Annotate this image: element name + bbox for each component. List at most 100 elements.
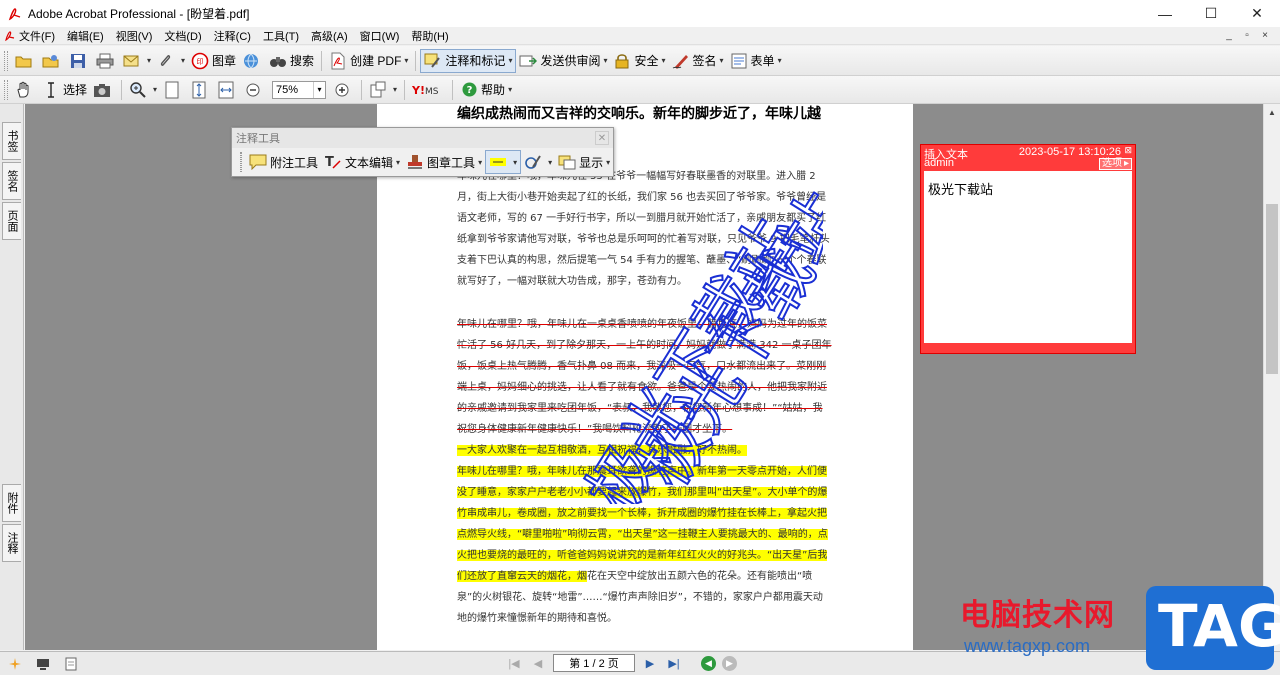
tab-comments-label: 注释 [6, 532, 18, 554]
email-button[interactable]: ▾ [120, 49, 154, 73]
close-icon[interactable]: ⊠ [1124, 145, 1132, 156]
options-button[interactable]: 选项 ▸ [1098, 158, 1132, 170]
scroll-down-icon[interactable]: ▼ [1264, 634, 1280, 650]
last-page-icon[interactable]: ▶| [665, 654, 683, 672]
maximize-button[interactable]: ☐ [1188, 0, 1234, 27]
tab-bookmarks[interactable]: 书签 [2, 122, 21, 160]
fit-page-button[interactable] [187, 78, 214, 102]
show-button[interactable]: 显示 ▾ [555, 150, 613, 174]
menu-edit[interactable]: 编辑(E) [61, 28, 110, 44]
comment-tools-title[interactable]: 注释工具 [232, 128, 613, 148]
spark-icon[interactable] [8, 657, 22, 671]
page-layout-icon[interactable] [64, 657, 78, 671]
select-tool-button[interactable]: 选择 [39, 78, 90, 102]
text-edit-icon: T [324, 153, 342, 171]
page-number-field[interactable]: 第 1 / 2 页 [553, 654, 635, 672]
zoom-level-select[interactable]: 75% ▾ [272, 80, 327, 99]
vertical-scrollbar[interactable]: ▲ ▼ [1263, 104, 1280, 650]
toolbar-grip[interactable] [4, 79, 8, 100]
zoom-in-button[interactable] [330, 78, 357, 102]
monitor-icon[interactable] [36, 657, 50, 671]
tab-signatures[interactable]: 签名 [2, 162, 21, 200]
menu-advanced[interactable]: 高级(A) [305, 28, 354, 44]
comment-popup[interactable]: 插入文本 admin 2023-05-17 13:10:26 ⊠ 选项 ▸ 极光下… [920, 144, 1136, 354]
snapshot-button[interactable] [90, 78, 117, 102]
paragraph-3: 年味儿在哪里？哦，年味儿在那震耳欲聋的爆竹声中。新年第一天零点开始，人们便没了睡… [457, 461, 832, 629]
text-edit-label: 文本编辑 [345, 155, 394, 170]
next-page-icon[interactable]: ▶ [641, 654, 659, 672]
close-icon[interactable]: ✕ [595, 131, 609, 145]
pdf-page[interactable]: 编织成热闹而又吉祥的交响乐。新年的脚步近了，年味儿越 年味儿在哪里？哦，年味儿在… [377, 104, 913, 650]
hand-icon [15, 81, 33, 99]
minimize-button[interactable]: — [1142, 0, 1188, 27]
hand-tool-button[interactable] [12, 78, 39, 102]
navigation-pane: 书签 签名 页面 附件 注释 [0, 104, 24, 650]
security-button[interactable]: 安全 ▾ [610, 49, 668, 73]
yahoo-button[interactable]: Y! MS [409, 78, 448, 102]
comment-tools-panel[interactable]: 注释工具 ✕ 附注工具 T 文本编辑 ▾ 图章工具 ▾ ▾ ▾ 显示 ▾ [231, 127, 614, 177]
send-review-label: 发送供审阅 [540, 54, 601, 68]
drawing-tool-button[interactable]: ▾ [521, 150, 555, 174]
sign-button[interactable]: 签名 ▾ [669, 49, 727, 73]
previous-view-icon[interactable]: ◀ [701, 655, 716, 671]
fit-width-icon [217, 81, 235, 99]
comment-markup-button[interactable]: 注释和标记 ▾ [420, 48, 517, 73]
tab-attachments[interactable]: 附件 [2, 484, 21, 522]
highlight-tool-button[interactable]: ▾ [485, 150, 522, 174]
rotate-view-button[interactable]: ▾ [366, 78, 400, 102]
svg-text:MS: MS [425, 87, 439, 97]
toolbar-grip[interactable] [240, 152, 242, 172]
note-tool-button[interactable]: 附注工具 [246, 150, 321, 174]
web-button[interactable] [239, 49, 266, 73]
create-pdf-button[interactable]: 创建 PDF ▾ [326, 49, 411, 73]
actual-size-button[interactable] [160, 78, 187, 102]
print-button[interactable] [93, 49, 120, 73]
search-button[interactable]: 搜索 [266, 49, 317, 73]
tab-pages[interactable]: 页面 [2, 202, 21, 240]
menu-comments[interactable]: 注释(C) [208, 28, 257, 44]
status-bar: |◀ ◀ 第 1 / 2 页 ▶ ▶| ◀ ▶ [0, 651, 1280, 675]
zoom-in-tool-button[interactable]: ▾ [126, 78, 160, 102]
next-view-icon[interactable]: ▶ [722, 655, 737, 671]
close-button[interactable]: ✕ [1234, 0, 1280, 27]
menu-view[interactable]: 视图(V) [110, 28, 159, 44]
fit-width-button[interactable] [214, 78, 241, 102]
forms-button[interactable]: 表单 ▾ [727, 49, 785, 73]
menu-document[interactable]: 文档(D) [158, 28, 207, 44]
globe-icon [242, 52, 260, 70]
menu-tools[interactable]: 工具(T) [257, 28, 305, 44]
attach-button[interactable]: ▾ [154, 49, 188, 73]
tab-pages-label: 页面 [6, 210, 18, 232]
chevron-down-icon: ▾ [313, 81, 325, 98]
sticky-note-icon [249, 153, 267, 171]
first-page-icon[interactable]: |◀ [505, 654, 523, 672]
save-button[interactable] [66, 49, 93, 73]
previous-page-icon[interactable]: ◀ [529, 654, 547, 672]
toolbar-grip[interactable] [4, 50, 8, 71]
help-button[interactable]: ? 帮助 ▾ [457, 78, 515, 102]
send-review-button[interactable]: 发送供审阅 ▾ [516, 49, 610, 73]
text-edit-button[interactable]: T 文本编辑 ▾ [321, 150, 403, 174]
comment-body[interactable]: 极光下载站 [924, 171, 1132, 343]
scroll-thumb[interactable] [1266, 204, 1278, 374]
zoom-out-button[interactable] [241, 78, 268, 102]
scroll-up-icon[interactable]: ▲ [1264, 104, 1280, 120]
binoculars-icon [269, 52, 287, 70]
comment-popup-header[interactable]: 插入文本 admin 2023-05-17 13:10:26 ⊠ 选项 ▸ [921, 145, 1135, 170]
organizer-button[interactable] [39, 49, 66, 73]
tab-comments[interactable]: 注释 [2, 524, 21, 562]
highlight-text: 年味儿在哪里？哦，年味儿在那震耳欲聋的爆竹声中。新年第一天零点开始，人们便没了睡… [457, 466, 828, 582]
stamp-tool-button[interactable]: 图章工具 ▾ [403, 150, 485, 174]
open-button[interactable] [12, 49, 39, 73]
plus-circle-icon [333, 81, 351, 99]
doc-restore-icon[interactable]: ▫ [1240, 29, 1254, 42]
menu-window[interactable]: 窗口(W) [354, 28, 406, 44]
folder-open-icon [15, 52, 33, 70]
menu-help[interactable]: 帮助(H) [405, 28, 454, 44]
help-icon: ? [460, 81, 478, 99]
stamp-button[interactable]: 印 图章 [188, 49, 239, 73]
doc-close-icon[interactable]: × [1258, 29, 1272, 42]
create-pdf-icon [329, 52, 347, 70]
menu-file[interactable]: 文件(F) [0, 28, 61, 44]
doc-minimize-icon[interactable]: _ [1222, 29, 1236, 42]
